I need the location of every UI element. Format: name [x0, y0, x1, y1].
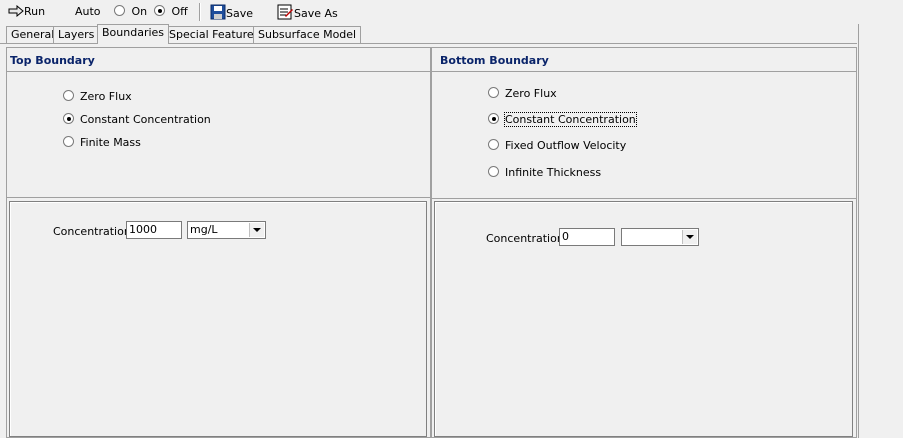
radio-selected-icon — [154, 5, 165, 16]
radio-icon — [488, 139, 499, 150]
radio-selected-icon — [488, 113, 499, 124]
toolbar-separator — [199, 3, 201, 21]
auto-off-label: Off — [171, 5, 188, 18]
bottom-zero-flux-radio[interactable]: Zero Flux — [488, 86, 557, 102]
tab-special-features[interactable]: Special Features — [164, 26, 265, 43]
divider — [432, 198, 856, 199]
radio-icon — [488, 87, 499, 98]
run-button[interactable]: Run — [8, 4, 45, 20]
bottom-concentration-input[interactable]: 0 — [559, 228, 615, 246]
top-unit-value: mg/L — [190, 223, 218, 236]
save-as-icon — [277, 4, 293, 20]
chevron-down-icon[interactable] — [682, 230, 697, 244]
chevron-down-icon[interactable] — [249, 223, 264, 237]
bottom-infinite-thickness-radio[interactable]: Infinite Thickness — [488, 165, 601, 181]
bottom-boundary-title: Bottom Boundary — [440, 54, 549, 67]
top-concentration-input[interactable]: 1000 — [126, 221, 182, 239]
radio-label: Zero Flux — [505, 87, 557, 100]
top-concentration-label: Concentration — [53, 225, 131, 238]
tab-layers[interactable]: Layers — [53, 26, 100, 43]
bottom-fixed-outflow-velocity-radio[interactable]: Fixed Outflow Velocity — [488, 138, 626, 154]
tab-boundaries[interactable]: Boundaries — [97, 24, 170, 44]
bottom-constant-concentration-radio[interactable]: Constant Concentration — [488, 112, 637, 128]
tab-subsurface-model[interactable]: Subsurface Model — [253, 26, 362, 43]
top-constant-concentration-radio[interactable]: Constant Concentration — [63, 112, 211, 128]
radio-icon — [63, 90, 74, 101]
radio-icon — [114, 5, 125, 16]
toolbar: Run Auto On Off Save Save As — [0, 0, 903, 24]
auto-on-label: On — [131, 5, 148, 18]
right-margin — [858, 24, 903, 438]
radio-icon — [488, 166, 499, 177]
bottom-unit-select[interactable] — [621, 228, 699, 246]
save-as-label: Save As — [294, 7, 338, 20]
bottom-concentration-label: Concentration — [486, 232, 564, 245]
radio-label: Zero Flux — [80, 90, 132, 103]
auto-label: Auto — [75, 5, 101, 18]
divider — [7, 71, 430, 72]
bottom-boundary-panel: Bottom Boundary Zero Flux Constant Conce… — [431, 47, 857, 438]
arrow-right-icon — [8, 4, 24, 18]
divider — [432, 71, 856, 72]
tab-general[interactable]: General — [6, 26, 60, 43]
radio-label: Constant Concentration — [504, 112, 637, 127]
save-label: Save — [226, 7, 254, 20]
top-finite-mass-radio[interactable]: Finite Mass — [63, 135, 141, 151]
save-button[interactable]: Save — [210, 4, 253, 20]
radio-selected-icon — [63, 113, 74, 124]
divider — [7, 197, 430, 198]
save-as-button[interactable]: Save As — [277, 4, 338, 20]
run-label: Run — [24, 5, 46, 18]
top-zero-flux-radio[interactable]: Zero Flux — [63, 89, 132, 105]
radio-label: Infinite Thickness — [505, 166, 602, 179]
radio-icon — [63, 136, 74, 147]
radio-label: Constant Concentration — [80, 113, 211, 126]
auto-on-radio[interactable]: On — [114, 4, 147, 20]
auto-off-radio[interactable]: Off — [154, 4, 188, 20]
radio-label: Fixed Outflow Velocity — [505, 139, 627, 152]
top-boundary-title: Top Boundary — [10, 54, 95, 67]
floppy-disk-icon — [210, 4, 226, 20]
radio-label: Finite Mass — [80, 136, 141, 149]
top-unit-select[interactable]: mg/L — [187, 221, 266, 239]
top-boundary-panel: Top Boundary Zero Flux Constant Concentr… — [6, 47, 431, 438]
